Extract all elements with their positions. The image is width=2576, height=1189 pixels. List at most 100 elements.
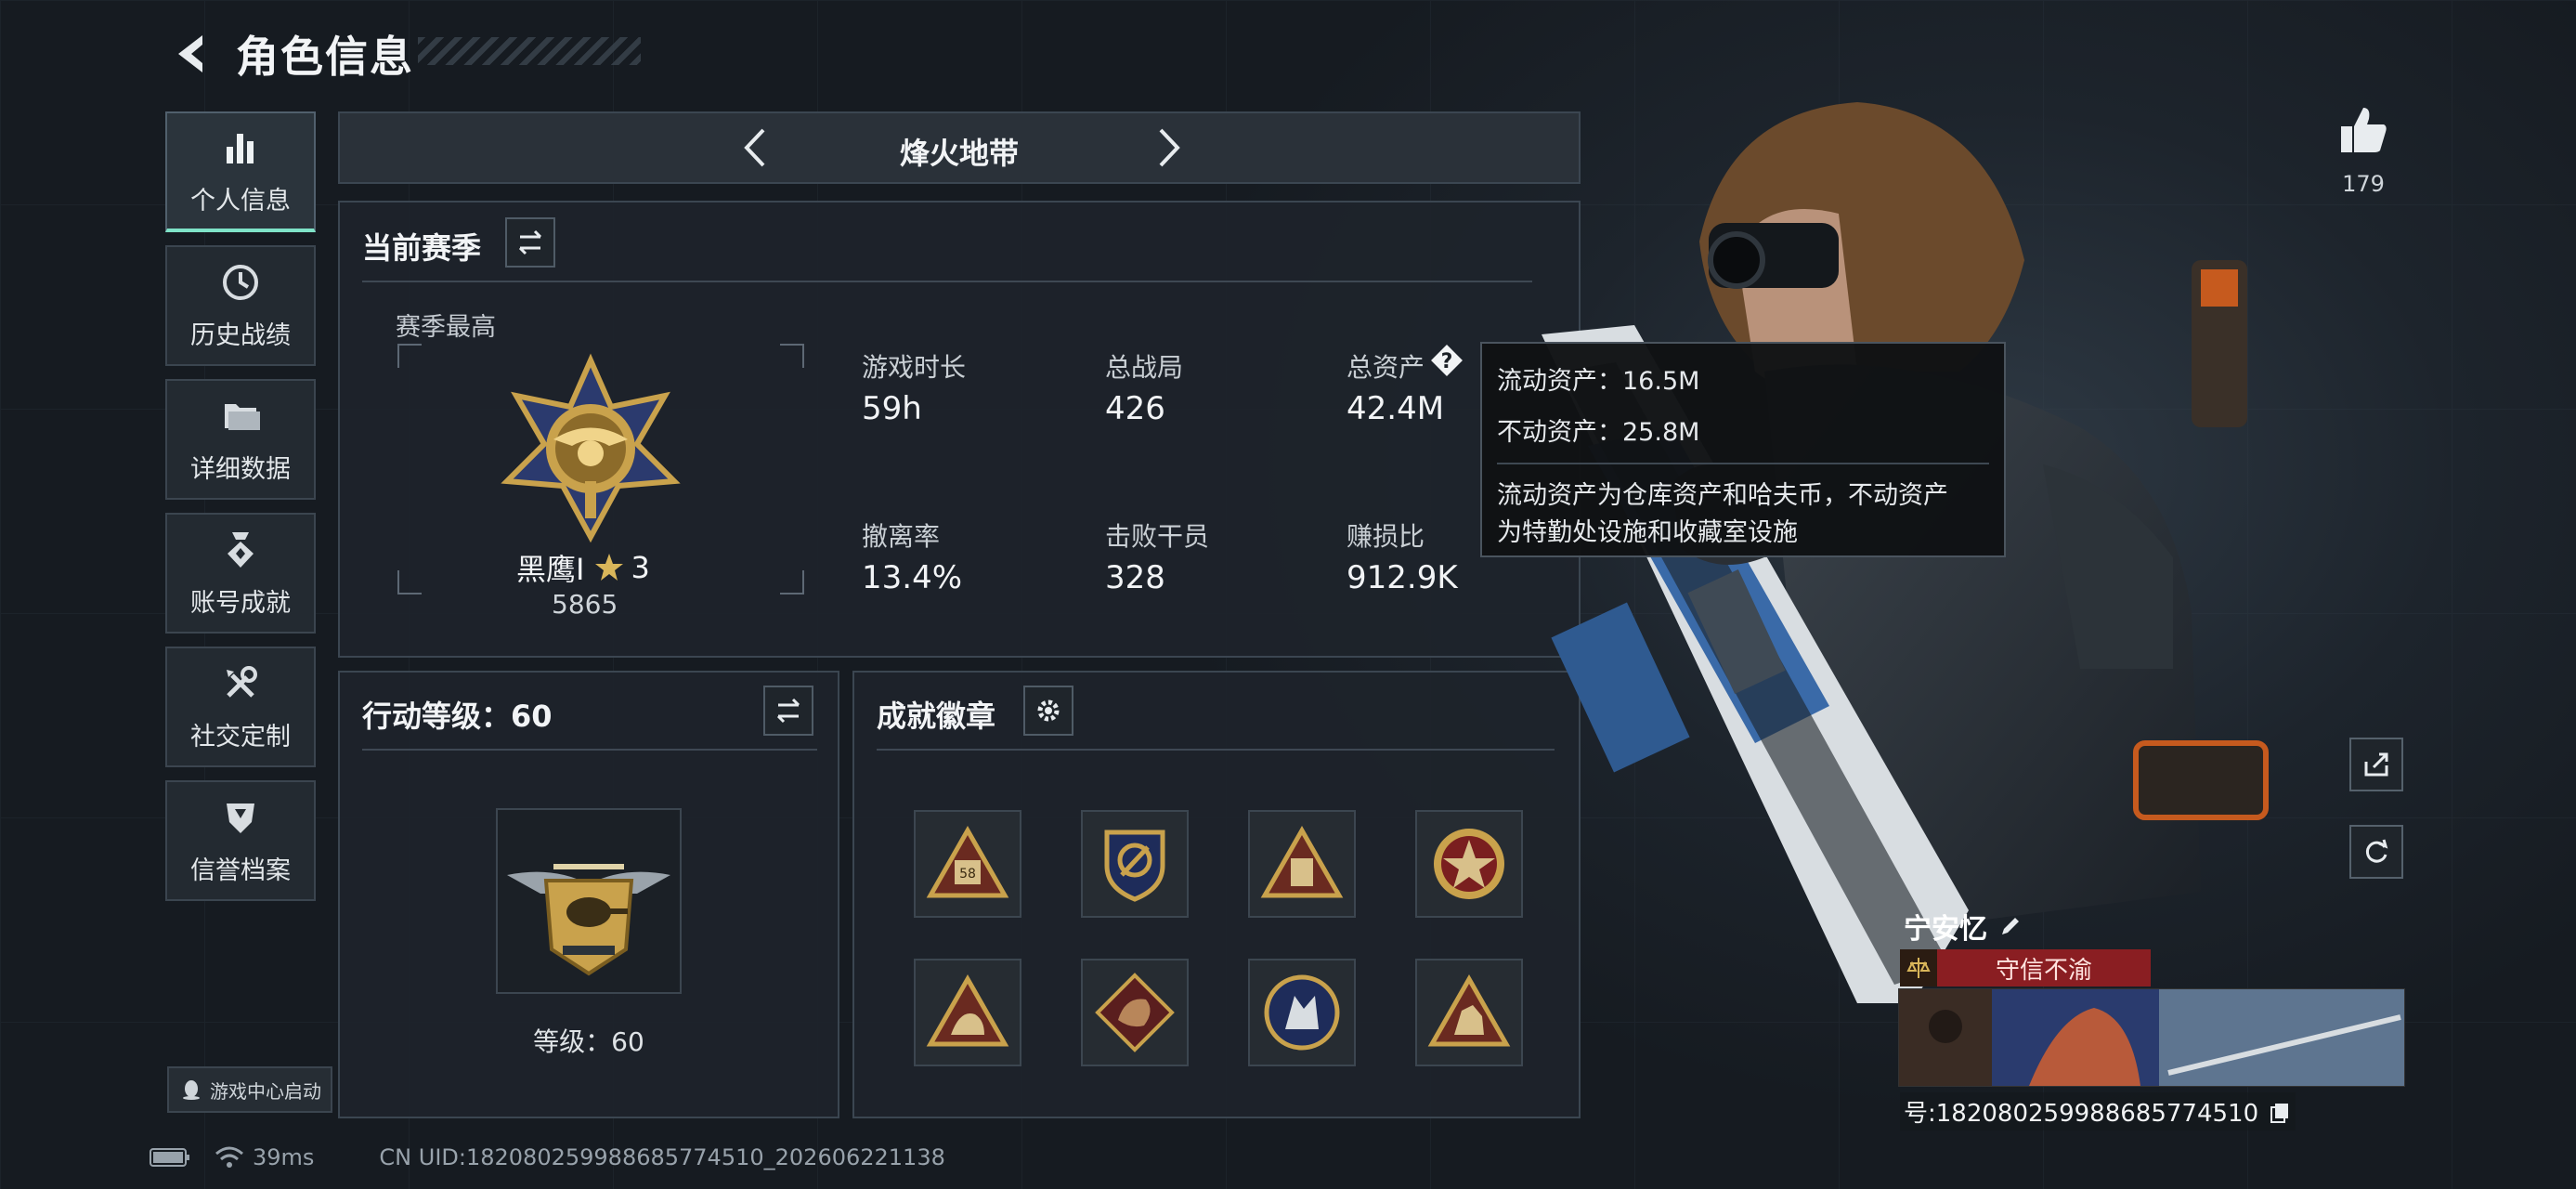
achievement-badge[interactable] xyxy=(914,959,1021,1066)
achievement-badge[interactable]: 58 xyxy=(914,810,1021,918)
achievement-badge[interactable] xyxy=(1248,959,1356,1066)
level-emblem-frame xyxy=(496,808,682,994)
dragon-diamond-badge-icon xyxy=(1095,973,1175,1052)
medal-icon xyxy=(228,531,254,568)
action-level-title: 行动等级：60 xyxy=(362,699,553,734)
swap-arrows-icon xyxy=(776,698,800,724)
badge-number: 58 xyxy=(959,867,976,882)
frame-corner xyxy=(780,570,804,594)
season-panel: 当前赛季 赛季最高 黑鹰I 3 5865 游戏时长 59h 总战局 426 总资… xyxy=(338,201,1581,658)
uid-text: CN UID:18208025998868577451​0_2026062211… xyxy=(379,1144,945,1170)
stat-label: 总资产 xyxy=(1347,352,1425,383)
frame-corner xyxy=(397,344,422,368)
launcher-label: 游戏中心启动 xyxy=(210,1079,321,1103)
asset-tooltip: 流动资产：16.5M 不动资产：25.8M 流动资产为仓库资产和哈夫币，不动资产… xyxy=(1480,342,2006,557)
thumbs-up-icon xyxy=(2341,108,2387,152)
achievement-badge[interactable] xyxy=(1081,959,1189,1066)
sidebar-item-match-history[interactable]: 历史战绩 xyxy=(165,245,316,366)
mode-title: 烽火地带 xyxy=(899,136,1019,171)
stat-value: 59h xyxy=(862,390,922,427)
shield-crest-badge-icon xyxy=(1104,830,1165,902)
triangle-card-badge-icon xyxy=(1260,825,1344,898)
wolf-circle-badge-icon xyxy=(1264,974,1340,1051)
stat-label: 击败干员 xyxy=(1105,521,1210,552)
stat-value: 328 xyxy=(1105,559,1165,596)
stat-label: 撤离率 xyxy=(862,521,941,552)
like-button[interactable]: 179 xyxy=(2322,102,2405,197)
page-header: 角色信息 xyxy=(167,26,414,82)
player-motto-bar: 守信不渝 xyxy=(1900,949,2151,986)
tooltip-description-line: 流动资产为仓库资产和哈夫币，不动资产 xyxy=(1497,481,1948,510)
edit-pencil-icon[interactable] xyxy=(1997,912,2024,940)
game-center-launch-button[interactable]: 游戏中心启动 xyxy=(167,1066,332,1113)
page-title: 角色信息 xyxy=(236,32,414,82)
rank-name-row: 黑鹰I 3 xyxy=(516,546,650,589)
achievement-badge[interactable] xyxy=(1415,810,1523,918)
gear-icon xyxy=(1037,699,1060,722)
share-icon xyxy=(2364,752,2388,777)
star-medal-badge-icon xyxy=(1434,829,1504,899)
swap-arrows-icon xyxy=(518,229,542,255)
rank-name: 黑鹰I xyxy=(516,552,585,587)
sidebar-item-detailed-data[interactable]: 详细数据 xyxy=(165,379,316,500)
switch-level-button[interactable] xyxy=(763,686,813,736)
help-question-icon[interactable]: ? xyxy=(1428,342,1465,379)
frame-corner xyxy=(397,570,422,594)
status-bar: 39ms CN UID:18208025998868577451​0_20260… xyxy=(149,1139,945,1176)
achievement-badge[interactable] xyxy=(1248,810,1356,918)
refresh-button[interactable] xyxy=(2349,825,2403,879)
season-best-label: 赛季最高 xyxy=(396,313,496,342)
section-divider xyxy=(877,749,1555,751)
sidebar-item-label: 信誉档案 xyxy=(190,856,291,885)
stat-label: 总战局 xyxy=(1105,352,1184,383)
clock-icon xyxy=(223,264,258,300)
player-name-row: 宁安忆 xyxy=(1904,906,2024,947)
stat-value: 42.4M xyxy=(1347,390,1445,427)
wifi-icon xyxy=(215,1146,243,1168)
player-banner-image xyxy=(1898,988,2405,1087)
player-name: 宁安忆 xyxy=(1904,913,1987,946)
qq-penguin-icon xyxy=(183,1080,200,1100)
tooltip-liquid-assets: 流动资产：16.5M xyxy=(1497,367,1700,396)
share-button[interactable] xyxy=(2349,738,2403,791)
achievement-badge[interactable] xyxy=(1415,959,1523,1066)
sidebar-item-social-custom[interactable]: 社交定制 xyxy=(165,647,316,767)
achievement-badge[interactable] xyxy=(1081,810,1189,918)
scale-icon xyxy=(1900,949,1937,986)
stat-label: 赚损比 xyxy=(1347,521,1425,552)
rank-points: 5865 xyxy=(552,589,618,620)
folder-icon xyxy=(225,403,260,430)
battery-icon xyxy=(150,1148,189,1167)
rank-emblem-black-hawk xyxy=(501,353,681,543)
player-id: 号:18208025998868577451​0 xyxy=(1904,1100,2259,1128)
player-id-row: 号:18208025998868577451​0 xyxy=(1900,1092,2296,1130)
badge-settings-button[interactable] xyxy=(1023,686,1073,736)
refresh-icon xyxy=(2365,839,2388,863)
tools-icon xyxy=(227,665,257,698)
copy-icon xyxy=(2270,1103,2289,1123)
stat-value: 13.4% xyxy=(862,559,963,596)
sidebar-item-label: 历史战绩 xyxy=(190,320,291,350)
stat-value: 426 xyxy=(1105,390,1165,427)
chevron-right-icon[interactable] xyxy=(1144,124,1190,171)
tooltip-description: 流动资产为仓库资产和哈夫币，不动资产 为特勤处设施和收藏室设施 xyxy=(1497,477,1989,552)
stat-value: 912.9K xyxy=(1347,559,1458,596)
achievements-title: 成就徽章 xyxy=(877,699,996,734)
helicopter-wings-emblem xyxy=(507,864,670,976)
sidebar-item-label: 详细数据 xyxy=(190,454,291,484)
sidebar-item-personal-info[interactable]: 个人信息 xyxy=(165,111,316,232)
action-level-panel: 行动等级：60 等级：60 xyxy=(338,671,839,1118)
section-divider xyxy=(362,749,817,751)
frame-corner xyxy=(780,344,804,368)
rank-stars: 3 xyxy=(631,550,650,585)
triangle-horse-badge-icon xyxy=(1427,973,1511,1047)
sidebar-item-achievements[interactable]: 账号成就 xyxy=(165,513,316,634)
ping-value: 39ms xyxy=(253,1144,315,1170)
sidebar-item-reputation[interactable]: 信誉档案 xyxy=(165,780,316,901)
player-motto: 守信不渝 xyxy=(1995,956,2092,985)
sidebar-item-label: 账号成就 xyxy=(190,588,291,618)
svg-text:?: ? xyxy=(1441,350,1453,373)
triangle-58-badge-icon: 58 xyxy=(926,825,1009,898)
back-arrow-icon[interactable] xyxy=(167,30,215,78)
switch-season-button[interactable] xyxy=(505,217,555,268)
